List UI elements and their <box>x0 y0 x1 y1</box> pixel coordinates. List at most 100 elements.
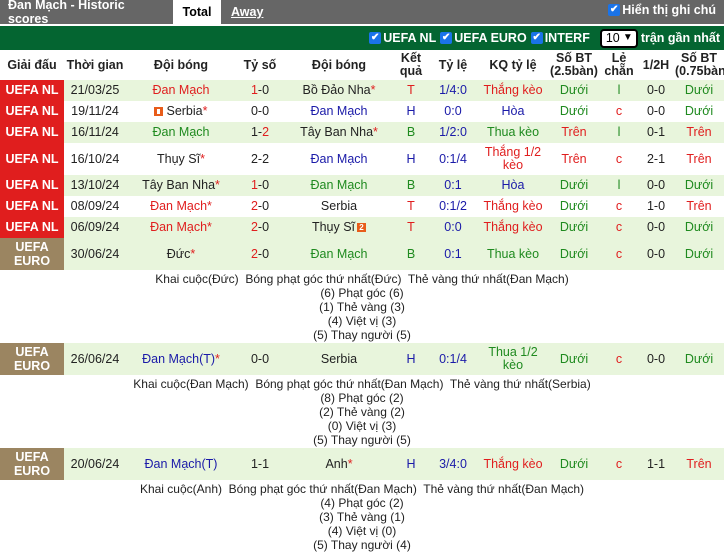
odds: 1/2:0 <box>428 122 478 143</box>
table-row[interactable]: UEFA EURO 20/06/24 Đan Mạch(T) 1-1 Anh* H 3/4:… <box>0 448 724 480</box>
away-team[interactable]: Thụy Sĩ 2 <box>284 217 394 238</box>
league-badge[interactable]: UEFA NL <box>0 122 64 143</box>
match-score[interactable]: 1-0 <box>236 80 284 101</box>
home-team[interactable]: Đức* <box>126 238 236 270</box>
league-badge[interactable]: UEFA NL <box>0 143 64 175</box>
star-marker: * <box>373 125 378 139</box>
over-under-2-5: Dưới <box>548 80 600 101</box>
home-team[interactable]: Đan Mạch <box>126 122 236 143</box>
league-badge[interactable]: UEFA NL <box>0 80 64 101</box>
details-stat: (5) Thay người (4) <box>313 538 411 552</box>
filter-bar: ✔ UEFA NL ✔ UEFA EURO ✔ INTERF 10 ▼ trận… <box>0 26 724 50</box>
col-result: Kết quả <box>399 51 423 78</box>
match-result: T <box>394 196 428 217</box>
table-row[interactable]: UEFA NL 06/09/24 Đan Mạch* 2-0 Thụy Sĩ 2 T 0:0 T… <box>0 217 724 238</box>
match-result: H <box>394 101 428 122</box>
checkbox-checked-icon[interactable]: ✔ <box>369 32 382 44</box>
match-score[interactable]: 2-2 <box>236 143 284 175</box>
league-badge[interactable]: UEFA EURO <box>0 448 64 480</box>
half-time-score: 0-1 <box>638 122 674 143</box>
star-marker: * <box>370 83 376 97</box>
match-count-select[interactable]: 10 ▼ <box>599 28 638 48</box>
home-team[interactable]: Đan Mạch(T)* <box>126 343 236 375</box>
league-badge[interactable]: UEFA NL <box>0 196 64 217</box>
checkbox-checked-icon[interactable]: ✔ <box>440 32 453 44</box>
matches-table: Giải đấu Thời gian Đội bóng Tỷ số Đội bó… <box>0 50 724 553</box>
home-team[interactable]: Đan Mạch <box>126 80 236 101</box>
match-score[interactable]: 2-0 <box>236 196 284 217</box>
odds-result: Thắng kèo <box>478 196 548 217</box>
odds: 0:0 <box>428 101 478 122</box>
table-row[interactable]: UEFA NL 21/03/25 Đan Mạch 1-0 Bồ Đảo Nha* T 1/… <box>0 80 724 101</box>
match-result: T <box>394 80 428 101</box>
match-score[interactable]: 2-0 <box>236 217 284 238</box>
match-count-value: 10 <box>605 31 620 45</box>
details-stat: (0) Việt vị (3) <box>327 419 397 433</box>
tab-away[interactable]: Away <box>221 0 273 24</box>
details-stat: (5) Thay người (5) <box>313 328 411 342</box>
checkbox-checked-icon[interactable]: ✔ <box>608 4 621 16</box>
away-team-name: Đan Mạch <box>310 104 368 118</box>
table-row[interactable]: UEFA NL 16/10/24 Thụy Sĩ* 2-2 Đan Mạch H 0:1/4… <box>0 143 724 175</box>
away-team[interactable]: Serbia <box>284 196 394 217</box>
odd-even: c <box>600 343 638 375</box>
match-score[interactable]: 2-0 <box>236 238 284 270</box>
league-badge[interactable]: UEFA NL <box>0 217 64 238</box>
show-notes-toggle[interactable]: ✔ Hiển thị ghi chú <box>608 3 716 17</box>
home-goals: 2 <box>250 220 258 234</box>
home-goals: 2 <box>250 246 258 261</box>
away-team[interactable]: Serbia <box>284 343 394 375</box>
details-stat: (4) Việt vị (3) <box>327 314 397 328</box>
odds-result: Thua 1/2 kèo <box>478 343 548 375</box>
league-badge[interactable]: UEFA NL <box>0 175 64 196</box>
home-team[interactable]: Đan Mạch* <box>126 196 236 217</box>
filter-uefa-euro[interactable]: ✔ UEFA EURO <box>440 31 527 45</box>
match-date: 16/10/24 <box>64 143 126 175</box>
table-row[interactable]: UEFA NL 08/09/24 Đan Mạch* 2-0 Serbia T 0:1/2 T… <box>0 196 724 217</box>
filter-uefa-nl[interactable]: ✔ UEFA NL <box>369 31 436 45</box>
match-score[interactable]: 1-0 <box>236 175 284 196</box>
away-team[interactable]: Đan Mạch <box>284 238 394 270</box>
match-details: Khai cuộc(Đức) Bóng phạt góc thứ nhất(Đứ… <box>0 270 724 343</box>
league-badge[interactable]: UEFA NL <box>0 101 64 122</box>
table-row[interactable]: UEFA NL 13/10/24 Tây Ban Nha* 1-0 Đan Mạch B 0… <box>0 175 724 196</box>
home-team[interactable]: Đan Mạch* <box>126 217 236 238</box>
odd-even: c <box>600 196 638 217</box>
match-score[interactable]: 1-1 <box>236 448 284 480</box>
checkbox-checked-icon[interactable]: ✔ <box>530 32 543 44</box>
home-team[interactable]: Tây Ban Nha* <box>126 175 236 196</box>
away-goals: 0 <box>262 220 270 234</box>
away-team-name: Anh <box>325 456 348 471</box>
table-row[interactable]: UEFA EURO 30/06/24 Đức* 2-0 Đan Mạch B 0:1 Thua… <box>0 238 724 270</box>
match-count-suffix: trận gần nhất <box>640 31 720 45</box>
match-date: 16/11/24 <box>64 122 126 143</box>
table-row[interactable]: UEFA NL 16/11/24 Đan Mạch 1-2 Tây Ban Nha* B 1… <box>0 122 724 143</box>
star-marker: * <box>200 151 205 166</box>
away-team[interactable]: Tây Ban Nha* <box>284 122 394 143</box>
over-under-2-5: Dưới <box>548 196 600 217</box>
match-date: 26/06/24 <box>64 343 126 375</box>
tab-total[interactable]: Total <box>173 0 221 24</box>
match-score[interactable]: 1-2 <box>236 122 284 143</box>
half-time-score: 0-0 <box>638 101 674 122</box>
away-team[interactable]: Bồ Đảo Nha* <box>284 80 394 101</box>
away-team[interactable]: Đan Mạch <box>284 143 394 175</box>
away-team[interactable]: Anh* <box>284 448 394 480</box>
red-card-count-icon: 2 <box>357 223 367 233</box>
odds-result: Hòa <box>478 101 548 122</box>
league-badge[interactable]: UEFA EURO <box>0 343 64 375</box>
match-score[interactable]: 0-0 <box>236 343 284 375</box>
match-date: 06/09/24 <box>64 217 126 238</box>
away-team-name: Serbia <box>320 351 358 366</box>
filter-interf[interactable]: ✔ INTERF <box>530 31 590 45</box>
home-team[interactable]: Serbia* <box>126 101 236 122</box>
home-team[interactable]: Thụy Sĩ* <box>126 143 236 175</box>
home-team[interactable]: Đan Mạch(T) <box>126 448 236 480</box>
away-team[interactable]: Đan Mạch <box>284 101 394 122</box>
table-row[interactable]: UEFA NL 19/11/24 Serbia* 0-0 Đan Mạch H 0:0 Hòa… <box>0 101 724 122</box>
table-row[interactable]: UEFA EURO 26/06/24 Đan Mạch(T)* 0-0 Serbia H 0… <box>0 343 724 375</box>
match-score[interactable]: 0-0 <box>236 101 284 122</box>
league-badge[interactable]: UEFA EURO <box>0 238 64 270</box>
home-team-name: Đan Mạch <box>150 220 208 234</box>
away-team[interactable]: Đan Mạch <box>284 175 394 196</box>
